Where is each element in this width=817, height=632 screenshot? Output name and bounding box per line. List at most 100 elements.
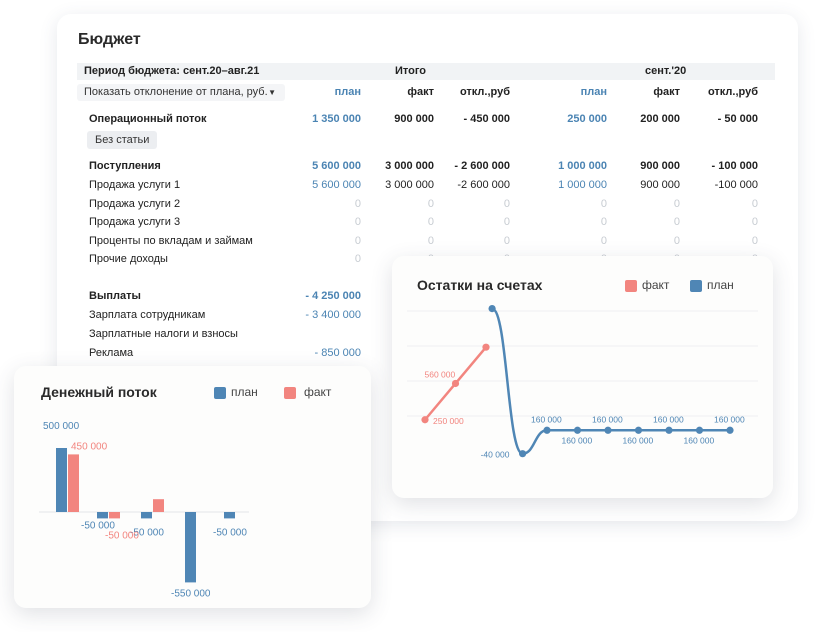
table-cell: 0	[427, 197, 434, 210]
data-label: 160 000	[531, 414, 562, 424]
column-header-3: план	[580, 86, 607, 98]
income-row-label[interactable]: Продажа услуги 1	[89, 178, 180, 192]
table-cell: 0	[673, 216, 680, 229]
table-cell: 0	[354, 253, 361, 266]
table-cell: 900 000	[394, 113, 434, 125]
cashflow-chart: 500 000-50 000-50 000-550 000-50 000450 …	[39, 421, 249, 599]
month-header: сент.'20	[645, 65, 687, 77]
table-cell: - 450 000	[463, 113, 510, 125]
page-title: Бюджет	[78, 31, 141, 48]
table-cell: - 850 000	[314, 346, 361, 359]
data-point	[543, 426, 551, 434]
table-cell: 1 000 000	[558, 179, 607, 191]
table-cell: - 100 000	[711, 160, 758, 172]
data-point	[482, 343, 490, 351]
data-label: 160 000	[653, 414, 684, 424]
data-point	[451, 379, 460, 388]
payment-row-label[interactable]: Реклама	[89, 346, 133, 360]
column-header-5: откл.,руб	[707, 86, 758, 98]
income-label: Поступления	[89, 160, 161, 172]
payments-label: Выплаты	[89, 290, 141, 302]
income-row-label[interactable]: Продажа услуги 2	[89, 197, 180, 211]
table-cell: 0	[673, 234, 680, 247]
data-label: 250 000	[433, 416, 464, 426]
table-cell: 0	[751, 197, 758, 210]
bar-факт	[109, 512, 120, 519]
income-row-label[interactable]: Продажа услуги 3	[89, 215, 180, 229]
data-point	[634, 426, 643, 434]
data-label: 160 000	[623, 435, 654, 445]
table-cell: - 2 600 000	[454, 160, 510, 172]
data-label: -50 000	[213, 527, 247, 538]
table-cell: 0	[354, 216, 361, 229]
data-label: 160 000	[592, 414, 623, 424]
column-header-4: факт	[653, 86, 680, 98]
table-cell: 0	[427, 216, 434, 229]
data-label: -550 000	[171, 588, 211, 599]
data-label: 560 000	[425, 369, 456, 379]
column-header-0: план	[334, 86, 361, 98]
deviation-dropdown-label: Показать отклонение от плана, руб.	[84, 86, 268, 98]
table-cell: 3 000 000	[385, 160, 434, 172]
data-point	[519, 450, 527, 458]
budget-period-label[interactable]: Период бюджета: сент.20–авг.21	[84, 64, 259, 78]
cashflow-card: Денежный поток план факт 500 000 -50 000-…	[14, 366, 371, 608]
total-header: Итого	[395, 65, 427, 77]
table-cell: 0	[751, 216, 758, 229]
data-point	[573, 426, 582, 434]
table-cell: 0	[673, 197, 680, 210]
data-label: 160 000	[562, 435, 593, 445]
data-label: 160 000	[684, 435, 715, 445]
column-header-2: откл.,руб	[459, 86, 510, 98]
data-label: -50 000	[105, 530, 139, 541]
bar-факт	[153, 499, 164, 512]
bar-факт	[68, 454, 79, 512]
table-cell: 0	[751, 234, 758, 247]
payment-row-label[interactable]: Зарплата сотрудникам	[89, 308, 205, 322]
table-cell: 0	[427, 234, 434, 247]
data-point	[695, 426, 704, 434]
table-cell: 900 000	[640, 179, 680, 191]
data-point	[726, 426, 734, 434]
table-cell: 900 000	[640, 160, 680, 172]
balances-chart: 250 000 560 000 -40 000 160 000 160 000 160 0…	[407, 305, 758, 460]
table-cell: 5 600 000	[312, 160, 361, 172]
table-cell: -100 000	[714, 179, 758, 191]
table-cell: 250 000	[567, 113, 607, 125]
income-row-label[interactable]: Прочие доходы	[89, 252, 168, 266]
bar-план	[97, 512, 108, 519]
column-header-1: факт	[407, 86, 434, 98]
deviation-dropdown[interactable]: Показать отклонение от плана, руб. ▼	[77, 84, 285, 101]
table-cell: 1 350 000	[312, 113, 361, 125]
data-label: 500 000	[43, 421, 80, 432]
table-cell: 0	[600, 197, 607, 210]
table-cell: 0	[354, 197, 361, 210]
table-cell: 0	[503, 216, 510, 229]
table-cell: - 50 000	[717, 113, 758, 125]
balances-card: Остатки на счетах факт план 250 000 560 0…	[392, 256, 773, 498]
table-cell: 0	[600, 234, 607, 247]
bar-план	[56, 448, 67, 512]
no-items-tag[interactable]: Без статьи	[87, 131, 158, 149]
table-cell: 0	[503, 197, 510, 210]
bar-план	[224, 512, 235, 519]
table-cell: 0	[600, 216, 607, 229]
data-label: 450 000	[71, 441, 108, 452]
caret-down-icon: ▼	[268, 88, 276, 97]
table-cell: - 3 400 000	[305, 309, 361, 321]
bar-план	[141, 512, 152, 519]
data-label: -40 000	[481, 450, 510, 460]
table-cell: 3 000 000	[385, 179, 434, 191]
operating-flow-label: Операционный поток	[89, 113, 207, 125]
table-cell: 5 600 000	[312, 179, 361, 191]
data-label: 160 000	[714, 414, 745, 424]
table-cell: -2 600 000	[457, 179, 510, 191]
table-cell: - 4 250 000	[305, 290, 361, 302]
table-cell: 200 000	[640, 113, 680, 125]
table-cell: 0	[354, 234, 361, 247]
income-row-label[interactable]: Проценты по вкладам и займам	[89, 234, 253, 248]
table-cell: 0	[503, 234, 510, 247]
bar-план	[185, 512, 196, 583]
data-point	[665, 426, 673, 434]
payment-row-label[interactable]: Зарплатные налоги и взносы	[89, 327, 238, 341]
